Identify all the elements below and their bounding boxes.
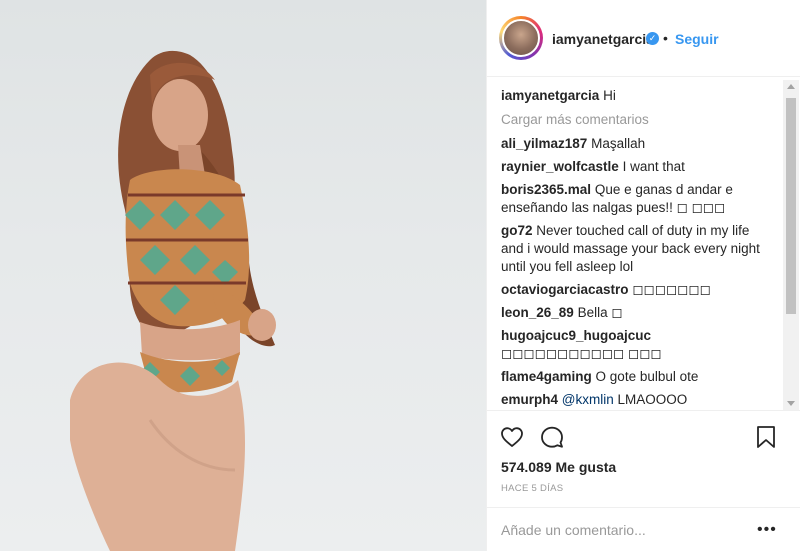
mention-link[interactable]: @kxmlin [562, 392, 614, 407]
comment-text: ◻◻◻◻◻◻◻ [632, 282, 711, 297]
list-item: octaviogarciacastro ◻◻◻◻◻◻◻ [501, 281, 775, 299]
comment-text: LMAOOOO [617, 392, 688, 407]
post-photo[interactable] [0, 0, 486, 551]
list-item: ali_yilmaz187 Maşallah [501, 135, 775, 153]
scrollbar-thumb[interactable] [786, 98, 796, 314]
likes-count[interactable]: 574.089 Me gusta [501, 459, 616, 475]
scroll-down-arrow-icon[interactable] [787, 401, 795, 406]
post-header: iamyanetgarcia ✓ • Seguir [487, 0, 800, 77]
more-options-icon[interactable]: ••• [757, 522, 777, 538]
comment-username-link[interactable]: flame4gaming [501, 369, 592, 384]
list-item: hugoajcuc9_hugoajcuc ◻◻◻◻◻◻◻◻◻◻◻ ◻◻◻ [501, 327, 775, 363]
instagram-post: iamyanetgarcia ✓ • Seguir iamyanetgarcia… [0, 0, 800, 551]
post-side-panel: iamyanetgarcia ✓ • Seguir iamyanetgarcia… [486, 0, 800, 551]
comment-bubble-icon[interactable] [539, 425, 565, 449]
comment-username-link[interactable]: raynier_wolfcastle [501, 159, 619, 174]
comments-list[interactable]: iamyanetgarcia Hi Cargar más comentarios… [487, 77, 789, 409]
comment-username-link[interactable]: octaviogarciacastro [501, 282, 629, 297]
comment-text: O gote bulbul ote [595, 369, 699, 384]
post-photo-illustration [70, 50, 276, 551]
comment-username-link[interactable]: ali_yilmaz187 [501, 136, 587, 151]
comment-text: I want that [622, 159, 685, 174]
caption-username-link[interactable]: iamyanetgarcia [501, 88, 599, 103]
scroll-up-arrow-icon[interactable] [787, 84, 795, 89]
comment-username-link[interactable]: go72 [501, 223, 533, 238]
comment-username-link[interactable]: leon_26_89 [501, 305, 574, 320]
story-ring[interactable] [499, 16, 543, 60]
add-comment-section: ••• [487, 507, 800, 552]
list-item: leon_26_89 Bella ◻ [501, 304, 775, 322]
comment-input[interactable] [501, 520, 741, 540]
header-username-link[interactable]: iamyanetgarcia [552, 31, 654, 47]
comment-text: Maşallah [591, 136, 646, 151]
caption-text: Hi [603, 88, 616, 103]
heart-outline-icon[interactable] [499, 425, 525, 449]
list-item: raynier_wolfcastle I want that [501, 158, 775, 176]
follow-button[interactable]: Seguir [675, 31, 719, 47]
comment-text: ◻◻◻◻◻◻◻◻◻◻◻ ◻◻◻ [501, 346, 662, 361]
list-item: emurph4 @kxmlin LMAOOOO [501, 391, 775, 409]
verified-badge-icon: ✓ [646, 32, 659, 45]
comment-username-link[interactable]: hugoajcuc9_hugoajcuc [501, 328, 651, 343]
list-item: boris2365.mal Que e ganas d andar e ense… [501, 181, 775, 217]
comment-text: Never touched call of duty in my life an… [501, 223, 760, 274]
post-timestamp[interactable]: HACE 5 DÍAS [501, 483, 563, 494]
comments-scrollbar[interactable] [783, 80, 799, 410]
list-item: go72 Never touched call of duty in my li… [501, 222, 775, 276]
comment-username-link[interactable]: boris2365.mal [501, 182, 591, 197]
caption: iamyanetgarcia Hi [501, 87, 775, 105]
header-separator: • [663, 30, 668, 46]
list-item: flame4gaming O gote bulbul ote [501, 368, 775, 386]
post-actions: 574.089 Me gusta HACE 5 DÍAS ••• [487, 410, 800, 551]
comment-username-link[interactable]: emurph4 [501, 392, 558, 407]
comment-text: Bella ◻ [577, 305, 623, 320]
avatar[interactable] [502, 19, 540, 57]
bookmark-icon[interactable] [755, 425, 777, 449]
load-more-comments-button[interactable]: Cargar más comentarios [501, 111, 789, 129]
